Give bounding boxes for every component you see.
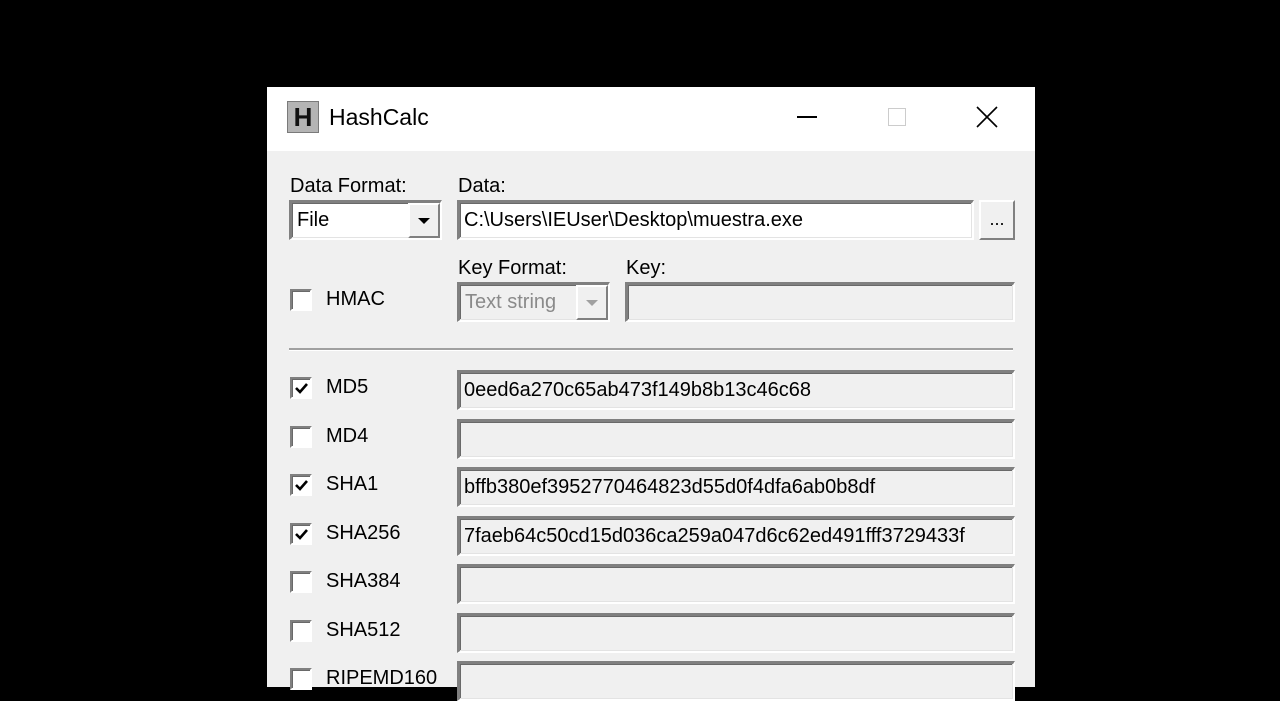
key-format-select[interactable]: Text string [457, 282, 610, 322]
data-format-label: Data Format: [290, 175, 407, 197]
hmac-checkbox[interactable] [290, 289, 312, 311]
hash-output-md5[interactable]: 0eed6a270c65ab473f149b8b13c46c68 [457, 370, 1015, 410]
hash-output-md4[interactable] [457, 419, 1015, 459]
window-title: HashCalc [329, 104, 429, 130]
hash-label-sha384: SHA384 [326, 570, 401, 592]
separator [289, 348, 1013, 351]
hash-checkbox-sha1[interactable] [290, 474, 312, 496]
data-format-select[interactable]: File [289, 200, 442, 240]
hash-label-ripemd160: RIPEMD160 [326, 667, 438, 689]
data-input[interactable]: C:\Users\IEUser\Desktop\muestra.exe [457, 200, 974, 240]
hash-checkbox-sha256[interactable] [290, 523, 312, 545]
key-format-value: Text string [465, 291, 557, 313]
hash-value: bffb380ef3952770464823d55d0f4dfa6ab0b8df [464, 476, 876, 498]
maximize-icon [888, 108, 906, 126]
close-icon [976, 106, 998, 128]
browse-button[interactable]: ... [979, 200, 1015, 240]
hash-value: 7faeb64c50cd15d036ca259a047d6c62ed491fff… [464, 525, 965, 547]
hashcalc-window: H HashCalc Data Format: File Data: C:\Us… [267, 87, 1035, 701]
hash-output-sha256[interactable]: 7faeb64c50cd15d036ca259a047d6c62ed491fff… [457, 516, 1015, 556]
hash-checkbox-md4[interactable] [290, 426, 312, 448]
checkmark-icon [295, 529, 308, 540]
hash-checkbox-ripemd160[interactable] [290, 668, 312, 690]
hash-label-md5: MD5 [326, 376, 369, 398]
chevron-down-icon [418, 217, 430, 224]
key-label: Key: [626, 257, 667, 279]
checkmark-icon [295, 383, 308, 394]
maximize-button[interactable] [852, 87, 942, 147]
hash-checkbox-sha512[interactable] [290, 620, 312, 642]
hash-checkbox-md5[interactable] [290, 377, 312, 399]
hash-label-sha256: SHA256 [326, 522, 401, 544]
hmac-label: HMAC [326, 288, 385, 310]
minimize-button[interactable] [762, 87, 852, 147]
hash-output-ripemd160[interactable] [457, 661, 1015, 701]
data-input-value: C:\Users\IEUser\Desktop\muestra.exe [464, 209, 803, 231]
hash-checkbox-sha384[interactable] [290, 571, 312, 593]
key-format-label: Key Format: [458, 257, 567, 279]
hash-label-md4: MD4 [326, 425, 369, 447]
chevron-down-icon [586, 299, 598, 306]
hash-output-sha512[interactable] [457, 613, 1015, 653]
title-bar: H HashCalc [267, 87, 1035, 151]
key-input[interactable] [625, 282, 1015, 322]
hash-value: 0eed6a270c65ab473f149b8b13c46c68 [464, 379, 812, 401]
hash-output-sha384[interactable] [457, 564, 1015, 604]
data-label: Data: [458, 175, 506, 197]
hash-label-sha512: SHA512 [326, 619, 401, 641]
key-format-dropdown-button[interactable] [576, 285, 608, 320]
close-button[interactable] [942, 87, 1032, 147]
hash-label-sha1: SHA1 [326, 473, 379, 495]
data-format-value: File [297, 209, 330, 231]
data-format-dropdown-button[interactable] [408, 203, 440, 238]
checkmark-icon [295, 480, 308, 491]
hash-output-sha1[interactable]: bffb380ef3952770464823d55d0f4dfa6ab0b8df [457, 467, 1015, 507]
app-icon: H [287, 101, 319, 133]
minimize-icon [797, 116, 817, 118]
